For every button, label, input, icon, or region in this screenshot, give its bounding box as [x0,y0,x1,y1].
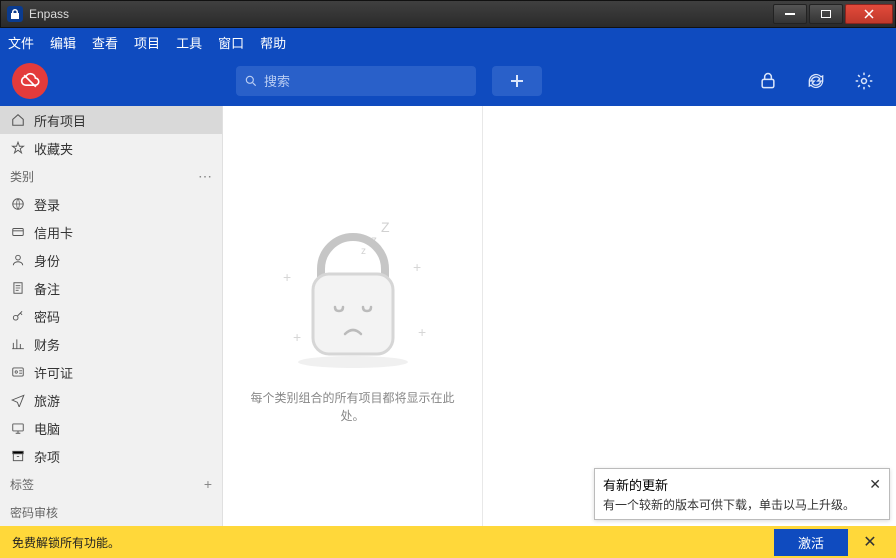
computer-icon [10,421,26,435]
lock-icon [758,71,778,91]
svg-text:z: z [361,246,366,257]
settings-button[interactable] [844,61,884,101]
update-toast[interactable]: 有新的更新 ✕ 有一个较新的版本可供下载，单击以马上升级。 [594,468,890,520]
gear-icon [854,71,874,91]
sidebar-item-label: 收藏夹 [34,139,73,158]
svg-text:+: + [413,259,421,275]
plane-icon [10,393,26,407]
menubar: 文件 编辑 查看 项目 工具 窗口 帮助 [0,28,896,56]
app-icon [7,6,23,22]
sidebar-item-misc[interactable]: 杂项 [0,442,222,470]
menu-item[interactable]: 项目 [134,33,160,52]
sidebar-item-finance[interactable]: 财务 [0,330,222,358]
sidebar-section-tags[interactable]: 标签 + [0,470,222,498]
svg-text:+: + [283,269,291,285]
minimize-button[interactable] [773,4,807,24]
sidebar-item-identity[interactable]: 身份 [0,246,222,274]
empty-message: 每个类别组合的所有项目都将显示在此处。 [243,389,462,425]
license-icon [10,365,26,379]
archive-icon [10,449,26,463]
sidebar-item-login[interactable]: 登录 [0,190,222,218]
sidebar-item-travel[interactable]: 旅游 [0,386,222,414]
activate-button[interactable]: 激活 [774,529,848,556]
sidebar-item-all[interactable]: 所有项目 [0,106,222,134]
sidebar-item-password[interactable]: 密码 [0,302,222,330]
close-button[interactable] [845,4,893,24]
plus-icon [509,73,525,89]
detail-pane: 有新的更新 ✕ 有一个较新的版本可供下载，单击以马上升级。 [483,106,896,526]
home-icon [10,113,26,127]
search-box[interactable] [236,66,476,96]
promo-message: 免费解锁所有功能。 [12,534,774,551]
more-icon[interactable]: ⋯ [198,168,212,185]
note-icon [10,281,26,295]
sidebar-item-license[interactable]: 许可证 [0,358,222,386]
menu-file[interactable]: 文件 [8,33,34,52]
star-icon [10,141,26,155]
menu-view[interactable]: 查看 [92,33,118,52]
main-area: Z z z + + + + 每个类别组合的所有项目都将显示在此处。 [223,106,896,526]
finance-icon [10,337,26,351]
sidebar: 所有项目 收藏夹 类别 ⋯ 登录 信用卡 身份 备注 密码 财务 许可证 旅游 … [0,106,223,526]
menu-help[interactable]: 帮助 [260,33,286,52]
promo-close-button[interactable]: ✕ [856,532,884,552]
empty-illustration: Z z z + + + + [263,207,443,377]
sync-status-icon[interactable] [12,63,48,99]
lock-button[interactable] [748,61,788,101]
sync-button[interactable] [796,61,836,101]
svg-text:Z: Z [381,219,390,235]
promo-bar: 免费解锁所有功能。 激活 ✕ [0,526,896,558]
menu-window[interactable]: 窗口 [218,33,244,52]
sidebar-item-note[interactable]: 备注 [0,274,222,302]
update-body: 有一个较新的版本可供下载，单击以马上升级。 [603,496,881,513]
sidebar-section-categories[interactable]: 类别 ⋯ [0,162,222,190]
person-icon [10,253,26,267]
sidebar-item-favorites[interactable]: 收藏夹 [0,134,222,162]
card-icon [10,225,26,239]
search-icon [244,74,258,88]
svg-text:+: + [418,324,426,340]
add-item-button[interactable] [492,66,542,96]
window-title: Enpass [29,7,773,21]
menu-edit[interactable]: 编辑 [50,33,76,52]
sidebar-item-creditcard[interactable]: 信用卡 [0,218,222,246]
key-icon [10,309,26,323]
add-tag-button[interactable]: + [204,476,212,492]
maximize-button[interactable] [809,4,843,24]
menu-tools[interactable]: 工具 [176,33,202,52]
sidebar-section-audit[interactable]: 密码审核 [0,498,222,526]
update-title: 有新的更新 [603,475,668,494]
toolbar [0,56,896,106]
search-input[interactable] [264,74,468,89]
update-close-button[interactable]: ✕ [869,476,881,493]
sidebar-item-label: 所有项目 [34,111,86,130]
sync-icon [806,71,826,91]
window-titlebar: Enpass [0,0,896,28]
item-list-pane: Z z z + + + + 每个类别组合的所有项目都将显示在此处。 [223,106,483,526]
globe-icon [10,197,26,211]
svg-text:+: + [293,329,301,345]
sidebar-item-computer[interactable]: 电脑 [0,414,222,442]
